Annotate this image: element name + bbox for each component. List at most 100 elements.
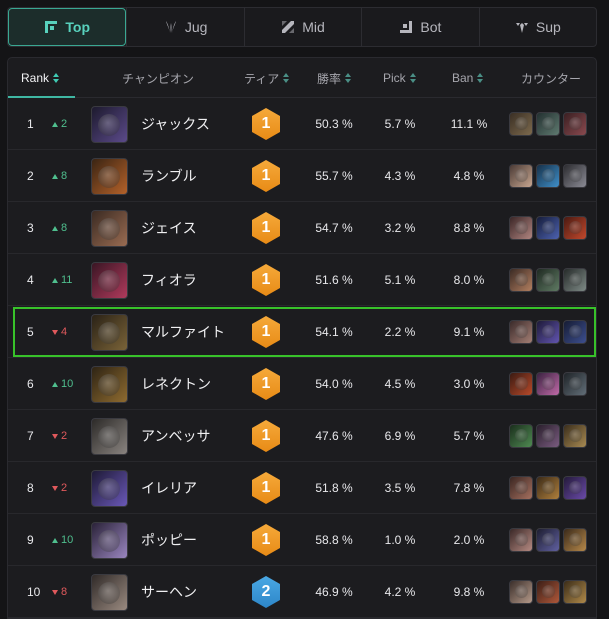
counter-champion-portrait[interactable]	[509, 112, 533, 136]
champion-portrait[interactable]	[91, 417, 128, 455]
table-row[interactable]: 4 11 フィオラ 1 51.6 % 5.1 % 8.0 %	[8, 254, 596, 306]
counter-champion-portrait[interactable]	[536, 424, 560, 448]
counter-champion-portrait[interactable]	[563, 580, 587, 604]
champion-cell[interactable]: ジャックス	[91, 98, 210, 150]
table-row[interactable]: 7 2 アンベッサ 1 47.6 % 6.9 % 5.7 %	[8, 410, 596, 462]
champion-portrait[interactable]	[91, 157, 128, 195]
counter-champion-portrait[interactable]	[563, 528, 587, 552]
counter-champion-portrait[interactable]	[536, 268, 560, 292]
tier-cell: 1	[252, 358, 280, 410]
banrate-value: 9.8 %	[453, 585, 485, 599]
counter-champion-portrait[interactable]	[563, 268, 587, 292]
champion-name[interactable]: ランブル	[141, 166, 197, 186]
champion-cell[interactable]: ポッピー	[91, 514, 197, 566]
counter-champion-portrait[interactable]	[536, 476, 560, 500]
winrate-value: 51.6 %	[315, 273, 353, 287]
tier-cell: 1	[252, 254, 280, 306]
champion-name[interactable]: ジェイス	[141, 218, 197, 238]
champion-portrait[interactable]	[91, 521, 128, 559]
champion-name[interactable]: イレリア	[141, 478, 197, 498]
table-row[interactable]: 9 10 ポッピー 1 58.8 % 1.0 % 2.0 %	[8, 514, 596, 566]
champion-name[interactable]: マルファイト	[141, 322, 225, 342]
counter-champion-portrait[interactable]	[563, 164, 587, 188]
winrate-value: 51.8 %	[315, 481, 353, 495]
champion-portrait[interactable]	[91, 313, 128, 351]
pickrate-value: 4.2 %	[384, 585, 416, 599]
banrate-value: 7.8 %	[453, 481, 485, 495]
rank-change-value: 10	[61, 534, 74, 546]
counter-champion-portrait[interactable]	[536, 320, 560, 344]
counter-champion-portrait[interactable]	[509, 320, 533, 344]
counter-champion-portrait[interactable]	[509, 528, 533, 552]
champion-name[interactable]: アンベッサ	[141, 426, 210, 446]
col-winrate[interactable]: 勝率	[317, 58, 352, 98]
counter-champion-portrait[interactable]	[563, 476, 587, 500]
counter-champion-portrait[interactable]	[536, 528, 560, 552]
role-tab-jug[interactable]: Jug	[126, 8, 243, 46]
counter-champion-portrait[interactable]	[509, 268, 533, 292]
champion-cell[interactable]: ジェイス	[91, 202, 197, 254]
col-pick[interactable]: Pick	[383, 58, 416, 98]
counter-champion-portrait[interactable]	[509, 476, 533, 500]
champion-cell[interactable]: イレリア	[91, 462, 197, 514]
table-row[interactable]: 1 2 ジャックス 1 50.3 % 5.7 % 11.1 %	[8, 98, 596, 150]
counter-champion-portrait[interactable]	[536, 112, 560, 136]
tier-list-table: Rank チャンピオン ティア 勝率 Pick Ban カウンター 1 2 ジャ…	[7, 57, 597, 619]
champion-cell[interactable]: フィオラ	[91, 254, 197, 306]
champion-portrait[interactable]	[91, 105, 128, 143]
counter-champion-portrait[interactable]	[563, 216, 587, 240]
role-tab-sup[interactable]: Sup	[478, 8, 596, 46]
counter-champion-portrait[interactable]	[536, 216, 560, 240]
role-tab-bot[interactable]: Bot	[361, 8, 478, 46]
champion-name[interactable]: フィオラ	[141, 270, 197, 290]
pickrate-value: 3.5 %	[384, 481, 416, 495]
table-row[interactable]: 3 8 ジェイス 1 54.7 % 3.2 % 8.8 %	[8, 202, 596, 254]
champion-cell[interactable]: マルファイト	[91, 306, 225, 358]
counter-champion-portrait[interactable]	[509, 424, 533, 448]
table-row[interactable]: 6 10 レネクトン 1 54.0 % 4.5 % 3.0 %	[8, 358, 596, 410]
rank-down-arrow-icon	[52, 485, 58, 491]
table-row[interactable]: 5 4 マルファイト 1 54.1 % 2.2 % 9.1 %	[8, 306, 596, 358]
counter-champion-portrait[interactable]	[563, 320, 587, 344]
counter-champion-portrait[interactable]	[536, 372, 560, 396]
tier-value: 1	[261, 427, 271, 444]
counter-champion-portrait[interactable]	[509, 372, 533, 396]
champion-cell[interactable]: サーヘン	[91, 566, 197, 618]
rank-down-arrow-icon	[52, 589, 58, 595]
champion-name[interactable]: サーヘン	[141, 582, 197, 602]
table-row[interactable]: 10 8 サーヘン 2 46.9 % 4.2 % 9.8 %	[8, 566, 596, 618]
role-tab-top[interactable]: Top	[8, 8, 127, 46]
col-winrate-label: 勝率	[317, 71, 342, 86]
champion-name[interactable]: ジャックス	[141, 114, 210, 134]
champion-name[interactable]: ポッピー	[141, 530, 197, 550]
rank-change-value: 8	[61, 222, 68, 234]
champion-portrait[interactable]	[91, 365, 128, 403]
winrate-value: 54.1 %	[315, 325, 353, 339]
champion-portrait[interactable]	[91, 573, 128, 611]
counter-champion-portrait[interactable]	[563, 424, 587, 448]
champion-name[interactable]: レネクトン	[141, 374, 211, 394]
role-tab-mid[interactable]: Mid	[243, 8, 361, 46]
counter-champion-portrait[interactable]	[509, 164, 533, 188]
tier-badge: 1	[252, 316, 280, 348]
counter-champion-portrait[interactable]	[509, 216, 533, 240]
counter-champion-portrait[interactable]	[563, 372, 587, 396]
jungle-icon	[164, 20, 178, 34]
col-rank[interactable]: Rank	[21, 58, 60, 98]
table-row[interactable]: 2 8 ランブル 1 55.7 % 4.3 % 4.8 %	[8, 150, 596, 202]
counter-champion-portrait[interactable]	[509, 580, 533, 604]
champion-cell[interactable]: レネクトン	[91, 358, 211, 410]
champion-portrait[interactable]	[91, 469, 128, 507]
counter-champion-portrait[interactable]	[563, 112, 587, 136]
counter-champions	[509, 566, 587, 618]
champion-cell[interactable]: ランブル	[91, 150, 197, 202]
table-row[interactable]: 8 2 イレリア 1 51.8 % 3.5 % 7.8 %	[8, 462, 596, 514]
champion-portrait[interactable]	[91, 209, 128, 247]
counter-champion-portrait[interactable]	[536, 580, 560, 604]
banrate-value: 3.0 %	[453, 377, 485, 391]
col-ban[interactable]: Ban	[452, 58, 484, 98]
col-tier[interactable]: ティア	[244, 58, 290, 98]
champion-portrait[interactable]	[91, 261, 128, 299]
champion-cell[interactable]: アンベッサ	[91, 410, 210, 462]
counter-champion-portrait[interactable]	[536, 164, 560, 188]
